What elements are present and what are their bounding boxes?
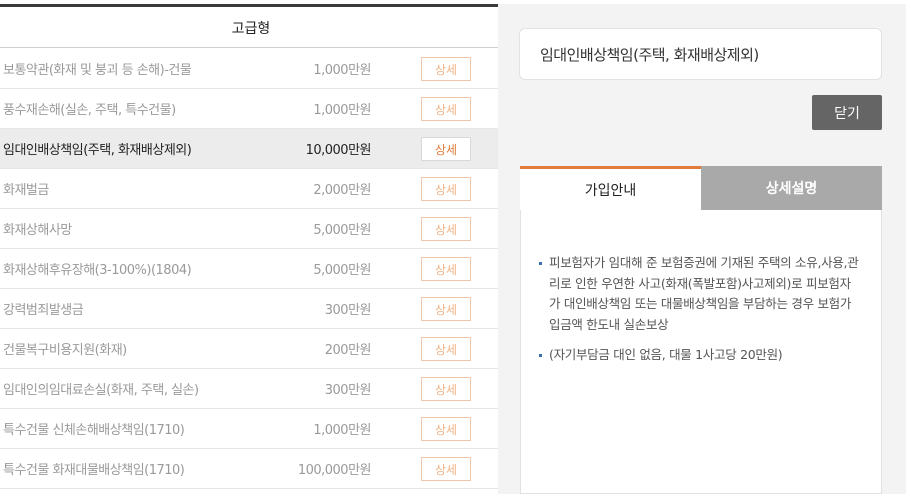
coverage-name: 임대인배상책임(주택, 화재배상제외) [3,143,192,158]
coverage-name: 특수건물 화재대물배상책임(1710) [3,463,185,478]
coverage-rows: 보통약관(화재 및 붕괴 등 손해)-건물 1,000만원 상세 풍수재손해(실손, … [0,49,498,489]
detail-button[interactable]: 상세 [421,57,471,81]
coverage-amount: 1,000만원 [313,423,371,438]
coverage-name: 강력범죄발생금 [3,303,84,318]
table-row[interactable]: 풍수재손해(실손, 주택, 특수건물) 1,000만원 상세 [0,89,498,129]
coverage-name: 풍수재손해(실손, 주택, 특수건물) [3,103,176,118]
table-row[interactable]: 특수건물 신체손해배상책임(1710) 1,000만원 상세 [0,409,498,449]
coverage-amount: 1,000만원 [313,63,371,78]
bullet-text: (자기부담금 대인 없음, 대물 1사고당 20만원) [549,347,783,362]
coverage-amount: 100,000만원 [297,463,372,478]
guide-bullets: 피보험자가 임대해 준 보험증권에 기재된 주택의 소유,사용,관리로 인한 우… [539,253,859,376]
detail-panel: 임대인배상책임(주택, 화재배상제외) 닫기 가입안내 상세설명 피보험자가 임… [498,4,906,494]
detail-title: 임대인배상책임(주택, 화재배상제외) [519,28,882,80]
coverage-name: 건물복구비용지원(화재) [3,343,127,358]
detail-button[interactable]: 상세 [421,217,471,241]
detail-tabs: 가입안내 상세설명 [520,166,882,210]
detail-button[interactable]: 상세 [421,457,471,481]
plan-header: 고급형 [0,8,498,48]
detail-button[interactable]: 상세 [421,257,471,281]
tab-description[interactable]: 상세설명 [701,166,882,210]
coverage-amount: 10,000만원 [305,143,372,158]
detail-button[interactable]: 상세 [421,417,471,441]
tab-panel: 피보험자가 임대해 준 보험증권에 기재된 주택의 소유,사용,관리로 인한 우… [520,210,882,494]
tab-guide[interactable]: 가입안내 [520,166,701,210]
detail-button[interactable]: 상세 [421,97,471,121]
coverage-amount: 300만원 [324,383,372,398]
detail-button[interactable]: 상세 [421,137,471,161]
top-border [0,4,498,7]
coverage-name: 보통약관(화재 및 붕괴 등 손해)-건물 [3,63,192,78]
coverage-amount: 5,000만원 [313,223,371,238]
detail-button[interactable]: 상세 [421,377,471,401]
bullet-text: 피보험자가 임대해 준 보험증권에 기재된 주택의 소유,사용,관리로 인한 우… [549,255,859,332]
bullet-icon [539,262,542,265]
table-row[interactable]: 임대인의임대료손실(화재, 주택, 실손) 300만원 상세 [0,369,498,409]
close-button[interactable]: 닫기 [812,95,882,130]
coverage-amount: 200만원 [324,343,372,358]
table-row[interactable]: 강력범죄발생금 300만원 상세 [0,289,498,329]
table-row[interactable]: 건물복구비용지원(화재) 200만원 상세 [0,329,498,369]
coverage-amount: 2,000만원 [313,183,371,198]
detail-button[interactable]: 상세 [421,297,471,321]
coverage-name: 임대인의임대료손실(화재, 주택, 실손) [3,383,199,398]
coverage-amount: 1,000만원 [313,103,371,118]
bullet-item: (자기부담금 대인 없음, 대물 1사고당 20만원) [539,345,859,366]
coverage-amount: 5,000만원 [313,263,371,278]
table-row[interactable]: 화재벌금 2,000만원 상세 [0,169,498,209]
bullet-icon [539,354,542,357]
coverage-name: 특수건물 신체손해배상책임(1710) [3,423,185,438]
bullet-item: 피보험자가 임대해 준 보험증권에 기재된 주택의 소유,사용,관리로 인한 우… [539,253,859,335]
table-row[interactable]: 보통약관(화재 및 붕괴 등 손해)-건물 1,000만원 상세 [0,49,498,89]
table-row[interactable]: 화재상해사망 5,000만원 상세 [0,209,498,249]
coverage-name: 화재상해사망 [3,223,72,238]
coverage-amount: 300만원 [324,303,372,318]
table-row[interactable]: 임대인배상책임(주택, 화재배상제외) 10,000만원 상세 [0,129,498,169]
detail-button[interactable]: 상세 [421,337,471,361]
detail-button[interactable]: 상세 [421,177,471,201]
table-row[interactable]: 특수건물 화재대물배상책임(1710) 100,000만원 상세 [0,449,498,489]
table-row[interactable]: 화재상해후유장해(3-100%)(1804) 5,000만원 상세 [0,249,498,289]
coverage-name: 화재벌금 [3,183,49,198]
coverage-name: 화재상해후유장해(3-100%)(1804) [3,263,192,278]
coverage-list-panel: 고급형 보통약관(화재 및 붕괴 등 손해)-건물 1,000만원 상세 풍수재손해(… [0,0,498,494]
